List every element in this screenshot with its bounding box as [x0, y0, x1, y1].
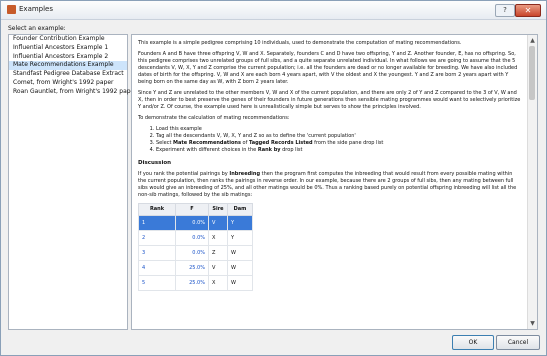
step-text: from the side pane drop list [312, 140, 384, 146]
discussion-heading: Discussion [138, 160, 172, 166]
dam-cell: W [227, 260, 253, 276]
table-row[interactable]: 3 0.0% Z W [138, 245, 253, 261]
steps-list: Load this example Tag all the descendant… [156, 126, 522, 154]
examples-list[interactable]: Founder Contribution Example Influential… [8, 34, 137, 330]
examples-dialog: Examples ? ✕ Select an example: Founder … [0, 0, 547, 356]
selection-paragraph: Since Y and Z are unrelated to the other… [138, 90, 521, 110]
list-item[interactable]: Standfast Pedigree Database Extract [9, 70, 127, 79]
f-header[interactable]: F [175, 203, 209, 216]
scroll-thumb[interactable] [529, 46, 535, 100]
rank-cell: 4 [138, 260, 176, 276]
step-item: Experiment with different choices in the… [156, 147, 522, 154]
dam-cell: Y [227, 230, 253, 246]
f-cell: 0.0% [175, 215, 209, 231]
sire-header[interactable]: Sire [208, 203, 228, 216]
discussion-text: If you rank the potential pairings by [138, 171, 230, 177]
f-cell: 0.0% [175, 230, 209, 246]
step-bold: Mate Recommendations [173, 140, 241, 146]
mate-rank-table: Rank F Sire Dam 1 0.0% V Y 2 0.0% X Y 3 … [138, 203, 253, 291]
help-button[interactable]: ? [495, 4, 515, 17]
rank-cell: 3 [138, 245, 176, 261]
discussion-bold: Inbreeding [229, 171, 261, 177]
f-cell: 0.0% [175, 245, 209, 261]
list-item[interactable]: Founder Contribution Example [9, 35, 127, 44]
cancel-button[interactable]: Cancel [496, 335, 540, 350]
rank-cell: 5 [138, 275, 176, 291]
close-button[interactable]: ✕ [515, 4, 541, 17]
table-row[interactable]: 2 0.0% X Y [138, 230, 253, 246]
table-row[interactable]: 4 25.0% V W [138, 260, 253, 276]
sire-cell: X [208, 275, 228, 291]
table-row[interactable]: 5 25.0% X W [138, 275, 253, 291]
f-cell: 25.0% [175, 275, 209, 291]
step-text: drop list [280, 147, 303, 153]
step-text: Select [156, 140, 174, 146]
step-item: Tag all the descendants V, W, X, Y and Z… [156, 133, 522, 140]
sire-cell: X [208, 230, 228, 246]
rank-header[interactable]: Rank [138, 203, 176, 216]
founders-paragraph: Founders A and B have three offspring V,… [138, 51, 518, 85]
dam-cell: W [227, 245, 253, 261]
rank-cell: 1 [138, 215, 176, 231]
intro-paragraph: This example is a simple pedigree compri… [138, 40, 462, 46]
step-text: Experiment with different choices in the [156, 147, 258, 153]
window-title: Examples [19, 5, 54, 13]
app-icon [7, 5, 16, 14]
list-item[interactable]: Influential Ancestors Example 2 [9, 53, 127, 62]
list-item[interactable]: Comet, from Wright's 1992 paper [9, 79, 127, 88]
scroll-up-arrow-icon[interactable]: ▲ [529, 37, 536, 44]
step-item: Load this example [156, 126, 522, 133]
example-description-pane[interactable]: This example is a simple pedigree compri… [131, 34, 538, 330]
step-bold: Rank by [257, 147, 281, 153]
dam-cell: Y [227, 215, 253, 231]
select-example-label: Select an example: [8, 25, 66, 32]
rank-cell: 2 [138, 230, 176, 246]
list-item[interactable]: Roan Gauntlet, from Wright's 1992 paper [9, 88, 137, 97]
discussion-paragraph: If you rank the potential pairings by In… [138, 171, 522, 199]
description-text: This example is a simple pedigree compri… [138, 40, 522, 291]
scroll-down-arrow-icon[interactable]: ▼ [529, 320, 536, 327]
dam-cell: W [227, 275, 253, 291]
sire-cell: V [208, 215, 228, 231]
vertical-scrollbar[interactable]: ▲ ▼ [527, 35, 537, 329]
table-row[interactable]: 1 0.0% V Y [138, 215, 253, 231]
ok-button[interactable]: OK [452, 335, 494, 350]
sire-cell: Z [208, 245, 228, 261]
f-cell: 25.0% [175, 260, 209, 276]
list-item[interactable]: Influential Ancestors Example 1 [9, 44, 127, 53]
step-bold: Tagged Records Listed [248, 140, 313, 146]
demonstrate-paragraph: To demonstrate the calculation of mating… [138, 115, 290, 121]
step-text: of [240, 140, 249, 146]
dam-header[interactable]: Dam [227, 203, 253, 216]
sire-cell: V [208, 260, 228, 276]
title-bar: Examples ? ✕ [1, 1, 546, 20]
list-item-selected[interactable]: Mate Recommendations Example [9, 61, 127, 71]
step-item: Select Mate Recommendations of Tagged Re… [156, 140, 522, 147]
